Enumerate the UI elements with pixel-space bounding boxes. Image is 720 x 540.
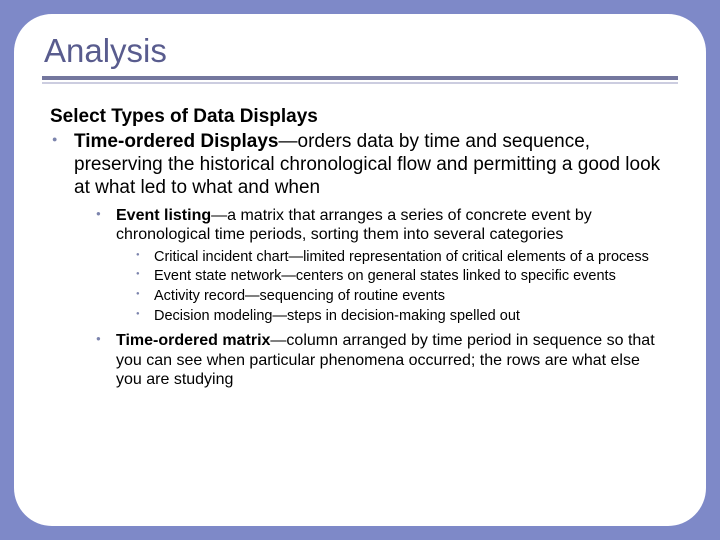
bullet-level-3: Critical incident chart—limited represen… — [116, 249, 670, 326]
slide-body: Select Types of Data Displays Time-order… — [42, 98, 678, 390]
divider-dark — [42, 76, 678, 80]
slide: Analysis Select Types of Data Displays T… — [0, 0, 720, 540]
slide-title: Analysis — [42, 32, 678, 70]
content-card: Analysis Select Types of Data Displays T… — [14, 14, 706, 526]
list-item: Critical incident chart—limited represen… — [150, 249, 670, 267]
bullet-lead: Event listing — [116, 207, 211, 224]
list-item: Decision modeling—steps in decision-maki… — [150, 308, 670, 326]
bullet-level-1: Time-ordered Displays—orders data by tim… — [50, 130, 670, 390]
bullet-lead: Time-ordered matrix — [116, 332, 270, 349]
bullet-level-2: Event listing—a matrix that arranges a s… — [74, 206, 670, 390]
section-heading: Select Types of Data Displays — [50, 106, 670, 128]
list-item: Activity record—sequencing of routine ev… — [150, 288, 670, 306]
list-item: Time-ordered matrix—column arranged by t… — [112, 331, 670, 390]
bullet-lead: Time-ordered Displays — [74, 131, 279, 152]
list-item: Event state network—centers on general s… — [150, 268, 670, 286]
list-item: Event listing—a matrix that arranges a s… — [112, 206, 670, 326]
divider-light — [42, 82, 678, 84]
list-item: Time-ordered Displays—orders data by tim… — [70, 130, 670, 390]
